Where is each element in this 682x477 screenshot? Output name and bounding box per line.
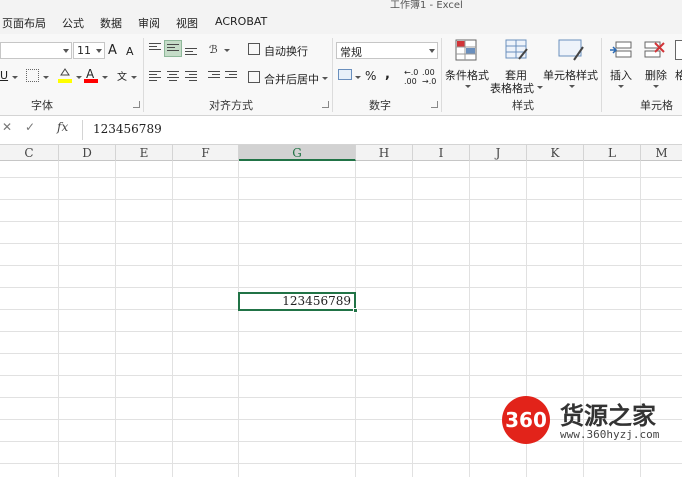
decrease-indent-icon[interactable] [208, 71, 220, 83]
fill-color-icon[interactable] [58, 67, 72, 79]
column-header-e[interactable]: E [116, 145, 173, 161]
number-launcher-icon[interactable] [431, 101, 438, 108]
column-header-j[interactable]: J [470, 145, 527, 161]
formula-content: 123456789 [93, 122, 162, 136]
comma-button[interactable]: , [385, 67, 390, 82]
format-cells-button[interactable]: 格 [675, 67, 682, 83]
watermark-url: www.360hyzj.com [560, 428, 660, 441]
underline-button[interactable]: U [0, 69, 8, 82]
formula-bar: ✕ ✓ fx 123456789 [0, 116, 682, 144]
cancel-icon[interactable]: ✕ [2, 120, 12, 134]
watermark-brand: 货源之家 [560, 402, 656, 430]
wrap-text-icon [248, 43, 260, 55]
tab-review[interactable]: 审阅 [138, 15, 160, 31]
format-cells-icon [675, 40, 682, 60]
font-color-swatch [84, 79, 98, 83]
cell-value: 123456789 [282, 294, 351, 308]
watermark-badge-text: 360 [505, 408, 547, 432]
format-table-button[interactable]: 表格格式 [490, 80, 534, 96]
align-bottom-icon[interactable] [185, 45, 197, 57]
window-title: 工作簿1 - Excel [390, 0, 463, 11]
title-bar: 工作簿1 - Excel [0, 0, 682, 12]
ribbon-tabs: 页面布局 公式 数据 审阅 视图 ACROBAT [0, 12, 682, 34]
font-size-value: 11 [77, 44, 91, 57]
tab-page-layout[interactable]: 页面布局 [2, 15, 46, 31]
cell-styles-icon [558, 39, 584, 61]
tab-view[interactable]: 视图 [176, 15, 198, 31]
orientation-icon[interactable]: ℬ [209, 43, 218, 56]
delete-cells-icon [644, 40, 666, 60]
insert-cells-icon [610, 40, 632, 60]
enter-icon[interactable]: ✓ [25, 120, 35, 134]
conditional-format-icon [455, 39, 477, 61]
format-table-icon [505, 39, 529, 61]
decrease-decimal-button[interactable]: .00 →.0 [422, 68, 436, 86]
column-header-d[interactable]: D [59, 145, 116, 161]
fill-color-swatch [58, 79, 72, 83]
increase-indent-icon[interactable] [225, 71, 237, 83]
delete-cells-button[interactable]: 删除 [645, 67, 667, 83]
group-label-alignment: 对齐方式 [209, 99, 253, 112]
column-header-k[interactable]: K [527, 145, 584, 161]
column-header-h[interactable]: H [356, 145, 413, 161]
number-format-value: 常规 [340, 46, 362, 59]
insert-function-icon[interactable]: fx [57, 120, 68, 134]
font-size-box[interactable]: 11 [73, 42, 105, 59]
column-header-c[interactable]: C [0, 145, 59, 161]
font-launcher-icon[interactable] [133, 101, 140, 108]
conditional-format-button[interactable]: 条件格式 [445, 67, 489, 83]
merge-icon [248, 71, 260, 83]
align-middle-icon [167, 44, 179, 56]
watermark: 360 货源之家 www.360hyzj.com [502, 394, 682, 448]
align-top-icon[interactable] [149, 43, 161, 55]
column-header-f[interactable]: F [173, 145, 239, 161]
shrink-font-button[interactable]: A [126, 45, 134, 58]
number-format-dropdown[interactable]: 常规 [336, 42, 438, 59]
ribbon: 11 A A U A 文 字体 ℬ 自动换行 合并后居中 对齐方式 常规 % ,… [0, 34, 682, 116]
insert-cells-button[interactable]: 插入 [610, 67, 632, 83]
font-name-box[interactable] [0, 42, 72, 59]
phonetic-button[interactable]: 文 [117, 68, 127, 83]
currency-icon[interactable] [338, 69, 352, 80]
tab-formulas[interactable]: 公式 [62, 15, 84, 31]
align-left-icon[interactable] [149, 71, 161, 83]
column-header-i[interactable]: I [413, 145, 470, 161]
fill-handle[interactable] [353, 308, 358, 313]
percent-button[interactable]: % [365, 69, 376, 83]
border-icon[interactable] [26, 69, 39, 82]
selected-cell[interactable]: 123456789 [238, 292, 358, 313]
merge-center-button[interactable]: 合并后居中 [264, 71, 319, 87]
group-label-number: 数字 [369, 99, 391, 112]
cell-styles-button[interactable]: 单元格样式 [543, 67, 598, 83]
group-label-font: 字体 [31, 99, 53, 112]
watermark-logo: 360 [502, 396, 550, 444]
column-header-l[interactable]: L [584, 145, 641, 161]
align-right-icon[interactable] [185, 71, 197, 83]
column-headers: C D E F G H I J K L M [0, 144, 682, 161]
alignment-launcher-icon[interactable] [322, 101, 329, 108]
increase-decimal-button[interactable]: ←.0 .00 [404, 68, 418, 86]
group-label-cells: 单元格 [640, 99, 673, 112]
wrap-text-button[interactable]: 自动换行 [264, 43, 308, 59]
formula-input[interactable]: 123456789 [82, 120, 682, 140]
group-label-styles: 样式 [512, 99, 534, 112]
grow-font-button[interactable]: A [108, 43, 117, 58]
align-center-icon[interactable] [167, 71, 179, 83]
column-header-m[interactable]: M [641, 145, 682, 161]
tab-data[interactable]: 数据 [100, 15, 122, 31]
tab-acrobat[interactable]: ACROBAT [215, 15, 267, 28]
column-header-g[interactable]: G [239, 145, 356, 161]
